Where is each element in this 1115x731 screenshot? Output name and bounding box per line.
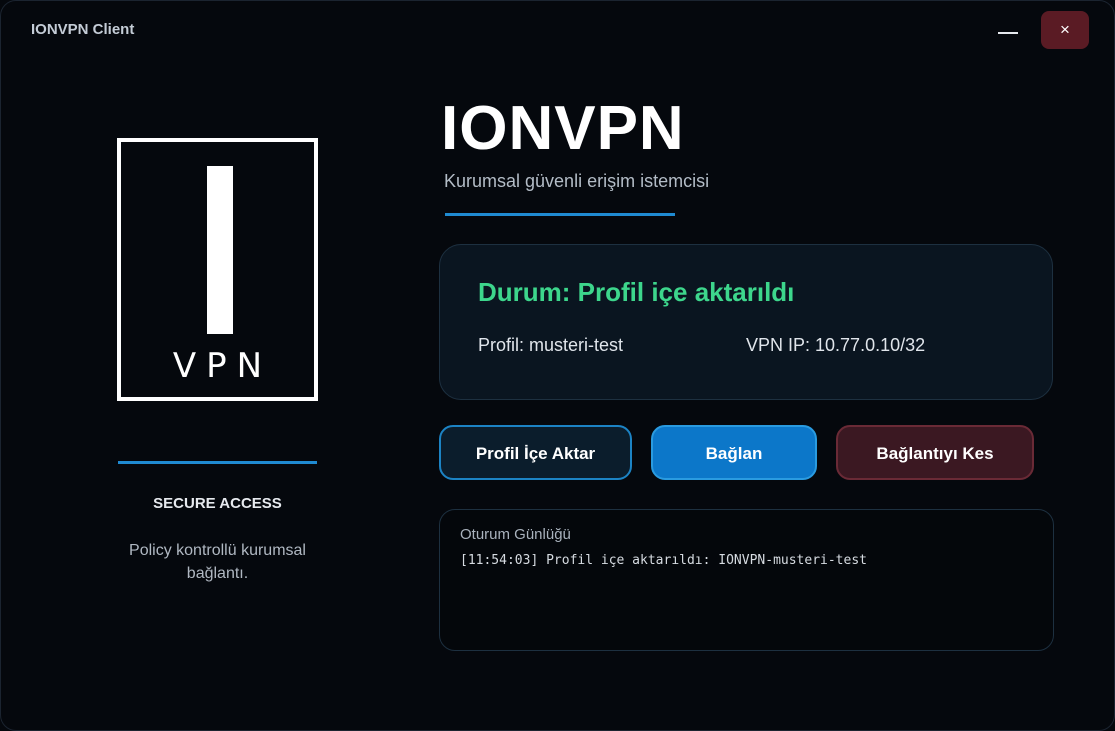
import-profile-button[interactable]: Profil İçe Aktar (439, 425, 632, 480)
minimize-button[interactable] (989, 13, 1027, 49)
secure-access-title: SECURE ACCESS (153, 495, 282, 512)
brand-title: IONVPN (441, 94, 685, 163)
close-button[interactable]: × (1041, 11, 1089, 49)
status-title: Durum: Profil içe aktarıldı (478, 277, 795, 307)
brand-divider (445, 213, 675, 216)
connect-button[interactable]: Bağlan (651, 425, 817, 480)
disconnect-button[interactable]: Bağlantıyı Kes (836, 425, 1034, 480)
brand-subtitle: Kurumsal güvenli erişim istemcisi (444, 171, 710, 191)
app-window: IONVPN Client × VPN SECURE ACCESS Policy… (0, 0, 1115, 731)
session-log-title: Oturum Günlüğü (460, 526, 571, 543)
session-log[interactable]: Oturum Günlüğü [11:54:03] Profil içe akt… (439, 509, 1054, 651)
status-card: Durum: Profil içe aktarıldı Profil: must… (439, 244, 1053, 400)
secure-access-description: Policy kontrollü kurumsal bağlantı. (129, 542, 306, 582)
logo-bar (207, 166, 233, 334)
log-entry: [11:54:03] Profil içe aktarıldı: IONVPN-… (460, 553, 867, 568)
status-profile: Profil: musteri-test (478, 335, 624, 355)
window-title: IONVPN Client (31, 21, 135, 38)
minimize-icon (998, 32, 1018, 34)
logo-text: VPN (172, 346, 273, 386)
sidebar-divider (118, 461, 317, 464)
status-vpn-ip: VPN IP: 10.77.0.10/32 (746, 335, 926, 355)
vpn-logo: VPN (117, 138, 318, 401)
